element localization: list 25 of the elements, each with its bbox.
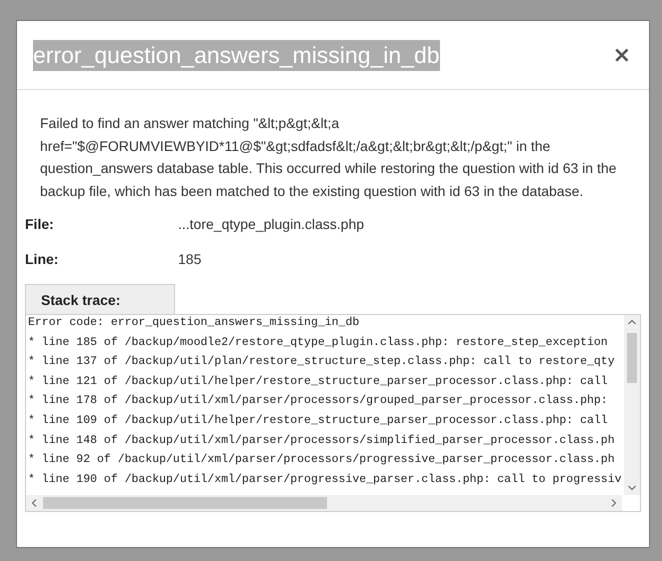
field-label: Line: xyxy=(25,251,60,267)
dialog-title: error_question_answers_missing_in_db xyxy=(33,40,440,70)
stack-trace-line: * line 148 of /backup/util/xml/parser/processors/simplified_parser_processor.class.ph xyxy=(28,432,616,449)
stack-trace-line: * line 185 of /backup/moodle2/restore_qtype_plugin.class.php: restore_step_exception xyxy=(28,334,609,351)
scrollbar-thumb[interactable] xyxy=(627,333,637,383)
field-label: File: xyxy=(25,216,55,232)
stack-trace-line: * line 92 of /backup/util/xml/parser/processors/progressive_parser_processor.class.ph xyxy=(28,452,616,468)
vertical-scrollbar[interactable] xyxy=(624,315,640,495)
scroll-up-icon[interactable] xyxy=(628,319,636,325)
stack-trace-line: * line 190 of /backup/util/xml/parser/progressive_parser.class.php: call to progressiv xyxy=(28,472,622,488)
stack-trace-line: Error code: error_question_answers_missing_in_db xyxy=(28,315,360,331)
stack-trace-tab[interactable]: Stack trace: xyxy=(25,284,175,314)
scroll-left-icon[interactable] xyxy=(31,499,37,507)
scroll-down-icon[interactable] xyxy=(628,485,636,491)
stack-trace-line: * line 137 of /backup/util/plan/restore_structure_step.class.php: call to restore_qty xyxy=(28,354,616,370)
scroll-right-icon[interactable] xyxy=(611,499,617,507)
stack-trace-line: * line 121 of /backup/util/helper/restore_structure_parser_processor.class.php: call xyxy=(28,374,609,390)
close-button[interactable]: × xyxy=(610,42,633,68)
field-value: ...tore_qtype_plugin.class.php xyxy=(178,216,366,232)
stack-trace-line: * line 178 of /backup/util/xml/parser/processors/grouped_parser_processor.class.php: xyxy=(28,393,609,410)
horizontal-scrollbar[interactable] xyxy=(26,495,622,511)
scrollbar-thumb[interactable] xyxy=(43,497,327,509)
stack-trace-line: * line 109 of /backup/util/helper/restore_structure_parser_processor.class.php: call xyxy=(28,412,609,429)
field-value: 185 xyxy=(178,251,202,267)
error-message: Failed to find an answer matching "&lt;p&gt;&lt;a href="$@FORUMVIEWBYID*11@$"&gt;sdfadsf&lt;/a&gt;&lt;br&gt;&lt;/p&gt;" in the question_answers database table. This occurred while restoring the question with id 63 in the backup file, which has been matched to the existing question with id 63 in the database. xyxy=(40,114,618,201)
